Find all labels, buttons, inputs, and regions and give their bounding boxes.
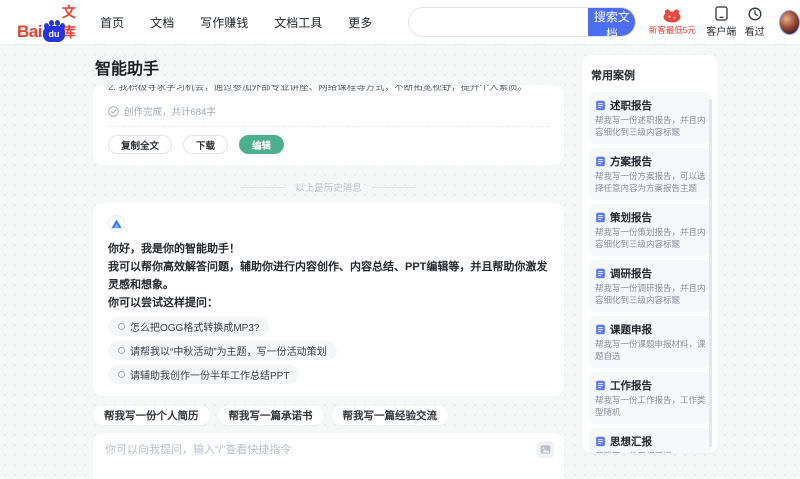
prompt-bullet-icon xyxy=(118,323,125,330)
case-label: 策划报告 xyxy=(610,212,652,224)
case-desc: 帮我写一份述职报告，并且内容细化到三级内容标题 xyxy=(595,115,706,137)
case-desc: 帮我写一份方案报告，可以选择任意内容为方案报告主题 xyxy=(595,171,706,193)
assistant-intro: 我可以帮你高效解答问题，辅助你进行内容创作、内容总结、PPT编辑等，并且帮助你激… xyxy=(108,261,548,291)
generation-status: 创作完成，共计684字 xyxy=(108,104,549,118)
document-icon xyxy=(596,324,605,335)
document-icon xyxy=(596,268,605,279)
case-desc: 帮我写一份策划报告，并且内容细化到三级内容标题 xyxy=(595,227,706,249)
quick-tags-row: 帮我写一份个人简历 帮我写一篇承诺书 帮我写一篇经验交流 xyxy=(93,406,564,425)
sample-prompt-midautumn-plan[interactable]: 请帮我以“中秋活动”为主题，写一份活动策划 xyxy=(108,341,337,360)
assistant-message-card: 你好，我是你的智能助手！ 我可以帮你高效解答问题，辅助你进行内容创作、内容总结、… xyxy=(93,203,564,396)
nav-links: 首页 文档 写作赚钱 文档工具 更多 xyxy=(100,14,372,31)
sidebar-scrollbar[interactable] xyxy=(709,99,712,447)
download-button[interactable]: 下载 xyxy=(183,135,229,154)
promo-label: 新客最低5元 xyxy=(648,25,696,35)
status-text: 创作完成，共计684字 xyxy=(124,107,216,118)
case-desc: 帮我写一份课题申报材料，课题自选 xyxy=(595,339,706,361)
prompt-text: 请帮我以“中秋活动”为主题，写一份活动策划 xyxy=(130,347,327,358)
promo-entry[interactable]: 新客最低5元 xyxy=(648,8,696,36)
tag-write-experience[interactable]: 帮我写一篇经验交流 xyxy=(331,406,448,425)
case-item-cehua[interactable]: 策划报告 帮我写一份策划报告，并且内容细化到三级内容标题 xyxy=(589,204,711,256)
nav-link-more[interactable]: 更多 xyxy=(348,14,372,31)
baidu-paw-icon: du xyxy=(42,20,65,42)
case-label: 调研报告 xyxy=(610,268,652,280)
case-item-shuzhi[interactable]: 述职报告 帮我写一份述职报告，并且内容细化到三级内容标题 xyxy=(589,92,711,144)
common-cases-panel: 常用案例 述职报告 帮我写一份述职报告，并且内容细化到三级内容标题 方案报告 帮… xyxy=(582,55,718,453)
prompt-text: 怎么把OGG格式转换成MP3? xyxy=(130,323,260,334)
chat-main: 智能助手 2. 我积极寻求学习机会，通过参加外部专业讲座、网络课程等方式，不断拓… xyxy=(93,50,564,479)
search-input[interactable] xyxy=(409,8,589,36)
case-label: 课题申报 xyxy=(610,324,652,336)
phone-icon xyxy=(715,6,728,21)
baidu-wenku-logo[interactable]: Bai du 文库 xyxy=(17,2,82,42)
case-label: 方案报告 xyxy=(610,156,652,168)
client-entry[interactable]: 客户端 xyxy=(706,6,736,38)
case-label: 思想汇报 xyxy=(610,436,652,448)
nav-link-home[interactable]: 首页 xyxy=(100,14,124,31)
result-actions: 复制全文 下载 编辑 xyxy=(108,127,549,165)
case-item-sixiang[interactable]: 思想汇报 帮我写一份思想汇报 xyxy=(589,428,711,453)
case-item-fangan[interactable]: 方案报告 帮我写一份方案报告，可以选择任意内容为方案报告主题 xyxy=(589,148,711,200)
tag-write-commitment[interactable]: 帮我写一篇承诺书 xyxy=(217,406,324,425)
check-circle-icon xyxy=(108,105,119,117)
nav-link-docs[interactable]: 文档 xyxy=(150,14,174,31)
case-desc: 帮我写一份调研报告，并且内容细化到三级内容标题 xyxy=(595,283,706,305)
image-icon xyxy=(540,445,551,454)
client-label: 客户端 xyxy=(706,27,737,38)
prompt-text: 请辅助我创作一份半年工作总结PPT xyxy=(130,371,290,382)
history-result-card: 2. 我积极寻求学习机会，通过参加外部专业讲座、网络课程等方式，不断拓宽视野，提… xyxy=(93,85,564,165)
document-icon xyxy=(596,156,605,167)
edit-button[interactable]: 编辑 xyxy=(239,135,285,154)
prompt-bullet-icon xyxy=(118,347,125,354)
document-icon xyxy=(596,212,605,223)
message-input-card: 0/400 ↵ xyxy=(93,433,564,479)
assistant-avatar-icon xyxy=(108,215,125,232)
viewed-label: 看过 xyxy=(744,26,765,38)
tag-write-resume[interactable]: 帮我写一份个人简历 xyxy=(93,406,210,425)
search-bar: 搜索文档 xyxy=(408,7,637,37)
copy-fulltext-button[interactable]: 复制全文 xyxy=(108,135,173,154)
page-root: Bai du 文库 首页 文档 写作赚钱 文档工具 更多 搜索文档 新客最低5元… xyxy=(0,0,800,479)
search-button[interactable]: 搜索文档 xyxy=(588,8,636,36)
history-divider-text: 以上是历史消息 xyxy=(295,183,362,194)
top-navbar: Bai du 文库 首页 文档 写作赚钱 文档工具 更多 搜索文档 新客最低5元… xyxy=(0,0,800,45)
nav-link-earn[interactable]: 写作赚钱 xyxy=(200,14,248,31)
prompt-bullet-icon xyxy=(118,371,125,378)
message-input[interactable] xyxy=(105,441,524,473)
clipped-history-text: 2. 我积极寻求学习机会，通过参加外部专业讲座、网络课程等方式，不断拓宽视野，提… xyxy=(108,85,528,93)
case-label: 工作报告 xyxy=(610,380,652,392)
page-title: 智能助手 xyxy=(95,61,160,78)
viewed-entry[interactable]: 看过 xyxy=(742,7,767,38)
case-label: 述职报告 xyxy=(610,100,652,112)
sidebar-title: 常用案例 xyxy=(591,70,635,82)
insert-image-button[interactable] xyxy=(537,441,554,458)
case-desc: 帮我写一份工作报告，工作类型随机 xyxy=(595,395,706,417)
assistant-try-label: 你可以尝试这样提问： xyxy=(108,297,218,309)
history-divider: 以上是历史消息 xyxy=(93,180,564,194)
document-icon xyxy=(596,380,605,391)
case-item-gongzuo[interactable]: 工作报告 帮我写一份工作报告，工作类型随机 xyxy=(589,372,711,424)
sample-prompt-halfyear-ppt[interactable]: 请辅助我创作一份半年工作总结PPT xyxy=(108,365,300,384)
case-item-diaoyan[interactable]: 调研报告 帮我写一份调研报告，并且内容细化到三级内容标题 xyxy=(589,260,711,312)
divider-line-left xyxy=(241,186,286,188)
clock-icon xyxy=(748,7,762,20)
nav-link-tools[interactable]: 文档工具 xyxy=(274,14,322,31)
promo-gift-icon xyxy=(663,9,681,23)
assistant-greeting: 你好，我是你的智能助手！ xyxy=(108,243,240,255)
user-avatar[interactable] xyxy=(779,9,800,35)
sample-prompt-ogg-mp3[interactable]: 怎么把OGG格式转换成MP3? xyxy=(108,317,270,336)
case-item-keti[interactable]: 课题申报 帮我写一份课题申报材料，课题自选 xyxy=(589,316,711,368)
document-icon xyxy=(596,100,605,111)
divider-line-right xyxy=(371,186,416,188)
document-icon xyxy=(596,436,605,447)
case-desc: 帮我写一份思想汇报 xyxy=(595,451,706,453)
logo-text-bai: Bai xyxy=(17,22,42,41)
